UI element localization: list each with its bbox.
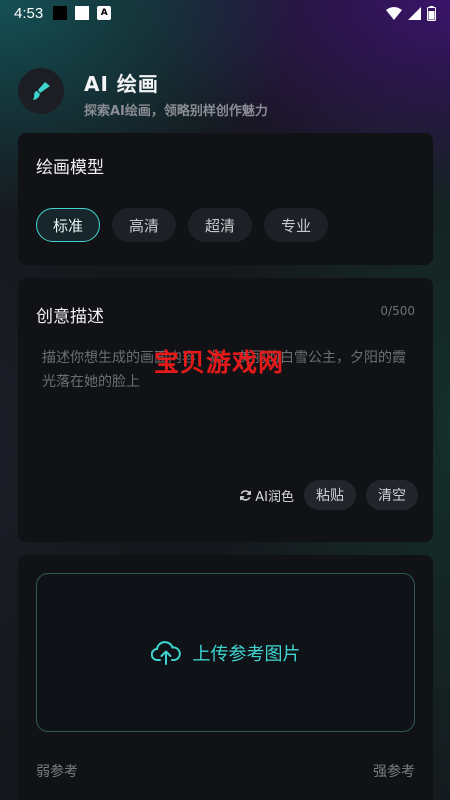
status-icons: [386, 5, 436, 21]
model-option-ultra-hd[interactable]: 超清: [188, 208, 253, 242]
app-logo: [18, 68, 64, 114]
strong-reference-label: 强参考: [373, 764, 415, 780]
description-card-title: 创意描述: [36, 307, 104, 327]
notification-white-icon: [75, 6, 90, 20]
clear-button[interactable]: 清空: [366, 480, 418, 510]
status-bar: 4:53 A: [0, 0, 450, 26]
watermark: 宝贝游戏网: [154, 348, 285, 377]
battery-icon: [427, 5, 436, 21]
model-card: 绘画模型 标准 高清 超清 专业: [18, 133, 433, 265]
signal-icon: [408, 6, 421, 20]
model-option-hd[interactable]: 高清: [112, 208, 177, 242]
model-option-pro[interactable]: 专业: [264, 208, 329, 242]
app-header: AI 绘画 探索AI绘画，领略别样创作魅力: [18, 66, 432, 119]
upload-label: 上传参考图片: [192, 643, 301, 665]
model-option-standard[interactable]: 标准: [36, 208, 101, 242]
ai-polish-label: AI润色: [255, 489, 294, 505]
paste-button[interactable]: 粘贴: [304, 480, 356, 510]
notification-a-icon: A: [97, 6, 112, 20]
wifi-icon: [386, 6, 402, 20]
ai-polish-button[interactable]: AI润色: [239, 486, 294, 505]
app-title: AI 绘画: [84, 72, 159, 96]
description-card: 创意描述 0/500 描述你想生成的画面内容，如：美丽的白雪公主，夕阳的霞光落在…: [18, 278, 433, 542]
status-time: 4:53: [14, 4, 44, 22]
weak-reference-label: 弱参考: [36, 764, 78, 780]
model-options: 标准 高清 超清 专业: [36, 208, 329, 242]
upload-reference-button[interactable]: 上传参考图片: [36, 573, 415, 732]
cloud-upload-icon: [150, 640, 181, 665]
model-card-title: 绘画模型: [36, 158, 104, 178]
app-subtitle: 探索AI绘画，领略别样创作魅力: [84, 104, 268, 119]
upload-card: 上传参考图片 弱参考 强参考: [18, 555, 433, 800]
char-counter: 0/500: [380, 304, 415, 318]
brush-logo-icon: [33, 82, 50, 100]
notification-black-icon: [53, 6, 68, 20]
description-actions: AI润色 粘贴 清空: [239, 480, 418, 510]
refresh-icon: [240, 489, 252, 501]
